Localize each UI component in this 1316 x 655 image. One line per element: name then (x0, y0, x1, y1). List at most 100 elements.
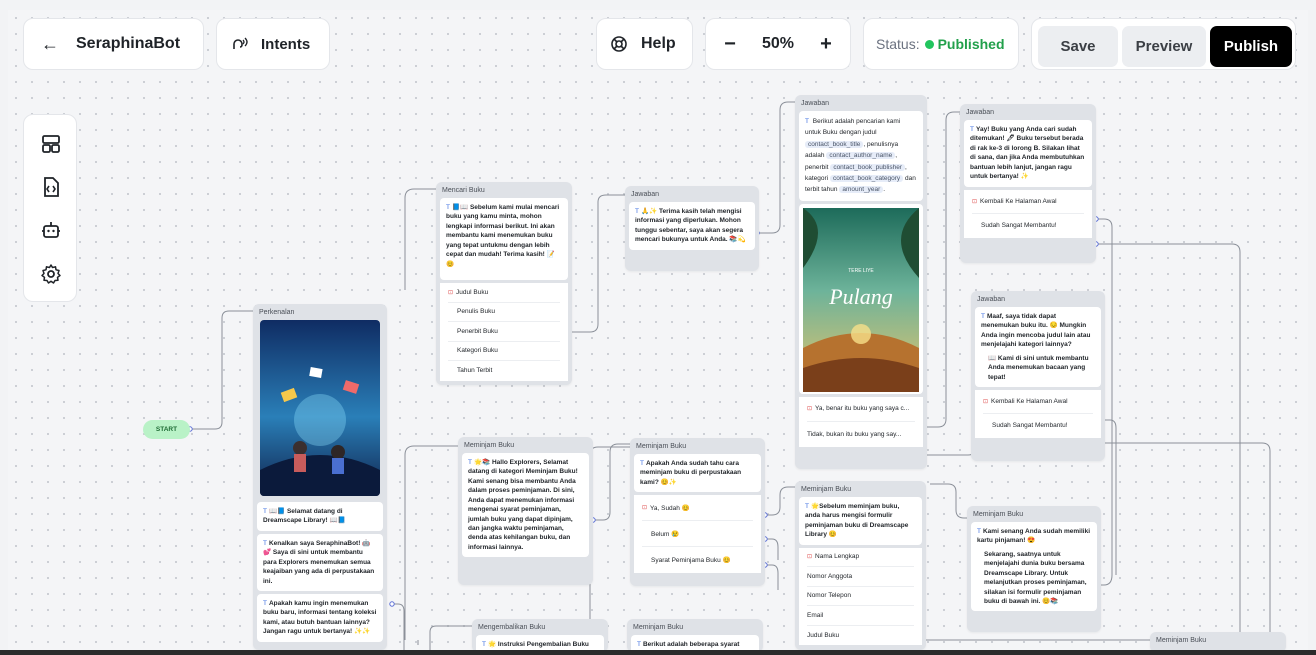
option-item[interactable]: Tahun Terbit (448, 361, 560, 381)
text-type-icon: T (637, 641, 641, 648)
status-dot-icon (924, 39, 934, 49)
message-card[interactable]: T 🙏✨ Terima kasih telah mengisi informasi… (629, 202, 755, 250)
node-title: Jawaban (801, 100, 830, 107)
text-type-icon: T (482, 641, 486, 648)
text-type-icon: T (263, 508, 267, 515)
option-item[interactable]: ⊡ Kembali Ke Halaman Awal (983, 390, 1093, 414)
options-list: ⊡ Nama Lengkap Nomor Anggota Nomor Telepo… (799, 547, 922, 646)
options-list: ⊡ Ya, benar itu buku yang saya c... Tidak… (799, 396, 923, 447)
message-card[interactable]: T Berikut adalah pencarian kami untuk Bu… (799, 111, 923, 201)
message-card[interactable]: T 📖📘 Selamat datang di Dreamscape Library… (257, 502, 383, 531)
option-item[interactable]: ⊡ Ya, benar itu buku yang saya c... (807, 397, 915, 422)
node-title: Jawaban (966, 109, 995, 116)
form-field-item[interactable]: Email (807, 606, 914, 626)
message-text: 📘📖 Sebelum kami mulai mencari buku yang … (446, 204, 560, 268)
node-mengembalikan-buku[interactable]: Mengembalikan Buku T 🌟 Instruksi Pengemba… (472, 619, 608, 655)
input-type-icon: ⊡ (807, 554, 813, 561)
node-title: Mencari Buku (442, 187, 485, 194)
message-text: Apakah Anda sudah tahu cara meminjam buk… (640, 460, 742, 486)
bot-name: SeraphinaBot (76, 35, 181, 52)
book-cover-image: TERE LIYE Pulang (799, 203, 923, 394)
option-item[interactable]: Penerbit Buku (448, 322, 560, 342)
option-item[interactable]: Sudah Sangat Membantu! (972, 214, 1084, 238)
node-meminjam-buku-intro[interactable]: Meminjam Buku T 🌟📚 Hallo Explorers, Selam… (458, 437, 593, 585)
message-card[interactable]: T 🌟📚 Hallo Explorers, Selamat datang di k… (462, 453, 589, 558)
variable-chip: contact_book_publisher (830, 163, 905, 171)
code-file-icon[interactable] (40, 176, 62, 198)
node-jawaban-terima-kasih[interactable]: Jawaban T 🙏✨ Terima kasih telah mengisi i… (625, 186, 759, 271)
form-field-item[interactable]: Nomor Anggota (807, 567, 914, 587)
node-meminjam-buku-syarat[interactable]: Meminjam Buku T Berikut adalah beberapa s… (627, 619, 763, 655)
node-jawaban-tidak-ditemukan[interactable]: Jawaban T Maaf, saya tidak dapat menemuka… (971, 291, 1105, 461)
variable-chip: contact_author_name (826, 152, 896, 160)
text-type-icon: T (640, 460, 644, 467)
library-poster-image (260, 320, 380, 496)
help-button[interactable]: Help (596, 18, 693, 70)
message-text: Kami senang Anda sudah memiliki kartu pi… (977, 528, 1091, 545)
form-field-item[interactable]: ⊡ Nama Lengkap (807, 548, 914, 568)
zoom-out-button[interactable]: − (706, 33, 754, 56)
bot-icon[interactable] (40, 219, 62, 241)
message-card[interactable]: T Apakah Anda sudah tahu cara meminjam bu… (634, 454, 761, 493)
message-card[interactable]: T Kenalkan saya SeraphinaBot! 🤖💕 Saya di … (257, 533, 383, 591)
layout-icon[interactable] (40, 133, 62, 155)
node-title: Perkenalan (259, 309, 295, 316)
option-item[interactable]: Penulis Buku (448, 303, 560, 322)
save-button[interactable]: Save (1038, 26, 1118, 67)
cover-author: TERE LIYE (848, 268, 874, 274)
settings-gear-icon[interactable] (40, 263, 62, 285)
message-text: Maaf, saya tidak dapat menemukan buku it… (981, 313, 1091, 349)
node-title: Meminjam Buku (464, 442, 515, 449)
message-text: 🌟 Instruksi Pengembalian Buku (487, 641, 589, 648)
node-perkenalan[interactable]: Perkenalan T 📖📘 Selamat datang di Dreamsc… (253, 304, 387, 650)
message-card[interactable]: T 🌟Sebelum meminjam buku, anda harus meng… (799, 497, 922, 545)
option-item[interactable]: Syarat Peminjama Buku 😊 (642, 547, 753, 573)
option-item[interactable]: Kategori Buku (448, 342, 560, 361)
message-text: 📖📘 Selamat datang di Dreamscape Library!… (263, 508, 346, 525)
message-text: Berikut adalah beberapa syarat (642, 641, 740, 648)
variable-chip: amount_year (839, 186, 884, 194)
options-list: ⊡ Kembali Ke Halaman Awal Sudah Sangat Me… (964, 189, 1092, 238)
node-title: Meminjam Buku (633, 624, 684, 631)
form-field-item[interactable]: Judul Buku (807, 626, 914, 646)
zoom-level: 50% (761, 35, 795, 52)
text-type-icon: T (805, 118, 809, 125)
node-jawaban-hasil-pencarian[interactable]: Jawaban T Berikut adalah pencarian kami … (795, 95, 927, 469)
arrow-left-icon[interactable]: ← (24, 34, 76, 55)
option-item[interactable]: ⊡ Kembali Ke Halaman Awal (972, 190, 1084, 214)
option-item[interactable]: ⊡ Ya, Sudah 😊 (642, 495, 753, 522)
message-card[interactable]: T Kami senang Anda sudah memiliki kartu p… (971, 522, 1097, 612)
message-text: 🌟📚 Hallo Explorers, Selamat datang di ka… (468, 459, 578, 551)
option-item[interactable]: ⊡ Judul Buku (448, 283, 560, 303)
intents-button[interactable]: Intents (216, 18, 330, 70)
variable-chip: contact_book_title (805, 140, 864, 148)
node-title: Meminjam Buku (801, 486, 852, 493)
button-type-icon: ⊡ (807, 406, 813, 413)
node-meminjam-buku-kartu[interactable]: Meminjam Buku T Kami senang Anda sudah me… (967, 506, 1101, 632)
option-item[interactable]: Sudah Sangat Membantu! (983, 414, 1093, 438)
message-card[interactable]: T Apakah kamu ingin menemukan buku baru, … (257, 593, 383, 642)
form-field-item[interactable]: Nomor Telepon (807, 587, 914, 607)
status-value: Published (937, 36, 1005, 52)
message-text: 🙏✨ Terima kasih telah mengisi informasi … (635, 208, 746, 244)
text-type-icon: T (981, 313, 985, 320)
node-meminjam-buku-formulir[interactable]: Meminjam Buku T 🌟Sebelum meminjam buku, a… (795, 481, 926, 650)
option-item[interactable]: Belum 😢 (642, 521, 753, 548)
start-node[interactable]: START (143, 420, 190, 439)
preview-button[interactable]: Preview (1122, 26, 1206, 67)
node-jawaban-buku-ditemukan[interactable]: Jawaban T Yay! Buku yang Anda cari sudah … (960, 104, 1096, 263)
zoom-in-button[interactable]: + (802, 33, 850, 56)
option-item[interactable]: Tidak, bukan itu buku yang say... (807, 422, 915, 447)
text-type-icon: T (263, 539, 267, 547)
message-text: Sekarang, saatnya untuk menjelajahi duni… (984, 550, 1087, 605)
node-meminjam-buku-partial[interactable]: Meminjam Buku (1150, 632, 1286, 652)
text-type-icon: T (468, 459, 472, 466)
options-list: ⊡ Kembali Ke Halaman Awal Sudah Sangat Me… (975, 389, 1101, 438)
node-meminjam-buku-tanya[interactable]: Meminjam Buku T Apakah Anda sudah tahu ca… (630, 438, 765, 586)
status-pill: Status: Published (863, 18, 1019, 70)
message-card[interactable]: T Yay! Buku yang Anda cari sudah ditemuka… (964, 120, 1092, 187)
message-card[interactable]: T 📘📖 Sebelum kami mulai mencari buku yang… (440, 198, 568, 280)
publish-button[interactable]: Publish (1210, 26, 1292, 67)
node-mencari-buku[interactable]: Mencari Buku T 📘📖 Sebelum kami mulai menc… (436, 182, 572, 385)
message-card[interactable]: T Maaf, saya tidak dapat menemukan buku i… (975, 307, 1101, 387)
